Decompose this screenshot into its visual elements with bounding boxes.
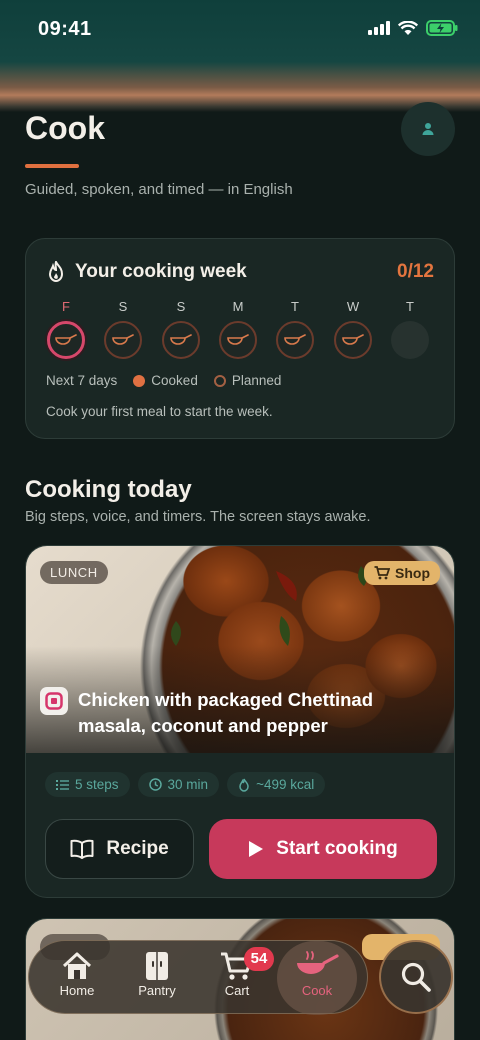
bottom-nav: Home Pantry Cart 54 Cook bbox=[28, 940, 368, 1015]
pan-icon bbox=[55, 334, 77, 345]
person-icon bbox=[422, 123, 434, 135]
title-underline bbox=[25, 164, 79, 168]
nav-pantry[interactable]: Pantry bbox=[117, 941, 197, 1015]
week-day[interactable]: M bbox=[218, 299, 258, 359]
recipe-source-icon bbox=[40, 687, 68, 715]
status-time: 09:41 bbox=[38, 18, 92, 40]
pan-icon bbox=[342, 334, 364, 345]
kcal-chip: ~499 kcal bbox=[227, 772, 326, 797]
nav-cook[interactable]: Cook bbox=[277, 941, 357, 1015]
home-icon bbox=[62, 952, 92, 979]
page-subtitle: Guided, spoken, and timed — in English bbox=[25, 181, 293, 198]
legend-planned: Planned bbox=[231, 373, 282, 388]
week-day-letter: W bbox=[346, 299, 360, 314]
recipe-title[interactable]: Chicken with packaged Chettinad masala, … bbox=[78, 687, 418, 739]
page-title: Cook bbox=[25, 110, 105, 146]
week-hint: Cook your first meal to start the week. bbox=[46, 404, 273, 419]
week-day-circle bbox=[391, 321, 429, 359]
nav-pantry-label: Pantry bbox=[138, 983, 176, 998]
wifi-icon bbox=[398, 20, 418, 35]
week-day-letter: S bbox=[176, 299, 186, 314]
legend-cooked: Cooked bbox=[151, 373, 198, 388]
kcal-text: ~499 kcal bbox=[256, 777, 315, 792]
status-icons bbox=[368, 20, 458, 36]
cart-badge: 54 bbox=[244, 947, 274, 971]
list-icon bbox=[56, 779, 69, 790]
play-icon bbox=[249, 841, 264, 857]
week-day[interactable]: S bbox=[161, 299, 201, 359]
fridge-icon bbox=[146, 952, 168, 980]
clock-icon bbox=[148, 778, 162, 791]
section-title: Cooking today bbox=[25, 476, 192, 503]
time-chip: 30 min bbox=[137, 772, 220, 797]
signal-icon bbox=[368, 21, 390, 35]
recipe-button-label: Recipe bbox=[106, 838, 169, 859]
recipe-card[interactable]: LUNCH Shop Chicken with packaged Chettin… bbox=[25, 545, 455, 898]
profile-button[interactable] bbox=[401, 102, 455, 156]
time-text: 30 min bbox=[167, 777, 209, 792]
week-day[interactable]: S bbox=[103, 299, 143, 359]
legend-cooked-dot bbox=[133, 374, 146, 387]
recipe-button[interactable]: Recipe bbox=[45, 819, 194, 879]
pan-icon bbox=[112, 334, 134, 345]
legend-planned-dot bbox=[213, 374, 226, 387]
steps-text: 5 steps bbox=[75, 777, 119, 792]
week-day-letter: M bbox=[232, 299, 244, 314]
week-title: Your cooking week bbox=[75, 261, 247, 282]
section-subtitle: Big steps, voice, and timers. The screen… bbox=[25, 509, 371, 525]
nav-home[interactable]: Home bbox=[37, 941, 117, 1015]
search-button[interactable] bbox=[379, 940, 453, 1014]
week-day-letter: S bbox=[118, 299, 128, 314]
meal-badge: LUNCH bbox=[40, 561, 108, 584]
week-days: FSSMTWT bbox=[46, 299, 440, 363]
week-day[interactable]: T bbox=[275, 299, 315, 359]
week-day-letter: F bbox=[62, 299, 70, 314]
pan-icon bbox=[227, 334, 249, 345]
week-day-letter: T bbox=[291, 299, 299, 314]
week-day[interactable]: T bbox=[390, 299, 430, 359]
pan-icon bbox=[170, 334, 192, 345]
week-day-circle bbox=[162, 321, 200, 359]
search-icon bbox=[401, 962, 431, 992]
pan-icon bbox=[284, 334, 306, 345]
start-cooking-label: Start cooking bbox=[276, 838, 398, 859]
steps-chip: 5 steps bbox=[45, 772, 130, 797]
flame-icon bbox=[239, 778, 249, 792]
nav-cart-label: Cart bbox=[224, 983, 250, 998]
week-legend: Next 7 days Cooked Planned bbox=[46, 373, 281, 388]
week-day-circle bbox=[276, 321, 314, 359]
week-day-circle bbox=[47, 321, 85, 359]
shop-button[interactable]: Shop bbox=[364, 561, 440, 585]
nav-cart[interactable]: Cart 54 bbox=[197, 941, 277, 1015]
week-count: 0/12 bbox=[397, 261, 434, 282]
nav-home-label: Home bbox=[59, 983, 95, 998]
week-day-circle bbox=[334, 321, 372, 359]
book-icon bbox=[70, 839, 94, 859]
week-day[interactable]: F bbox=[46, 299, 86, 359]
week-day-circle bbox=[219, 321, 257, 359]
start-cooking-button[interactable]: Start cooking bbox=[209, 819, 437, 879]
nav-cook-label: Cook bbox=[301, 983, 333, 998]
cart-icon bbox=[374, 566, 390, 580]
pan-icon bbox=[297, 951, 339, 974]
battery-charging-icon bbox=[426, 20, 458, 36]
week-day-letter: T bbox=[406, 299, 414, 314]
week-day-circle bbox=[104, 321, 142, 359]
status-bar: 09:41 bbox=[0, 0, 480, 60]
week-day[interactable]: W bbox=[333, 299, 373, 359]
recipe-chips: 5 steps 30 min ~499 kcal bbox=[45, 772, 326, 797]
cooking-week-card: Your cooking week 0/12 F S S M T W T Next 7 da… bbox=[25, 238, 455, 439]
shop-label: Shop bbox=[395, 565, 430, 581]
legend-range: Next 7 days bbox=[46, 373, 118, 388]
flame-icon bbox=[48, 261, 64, 282]
